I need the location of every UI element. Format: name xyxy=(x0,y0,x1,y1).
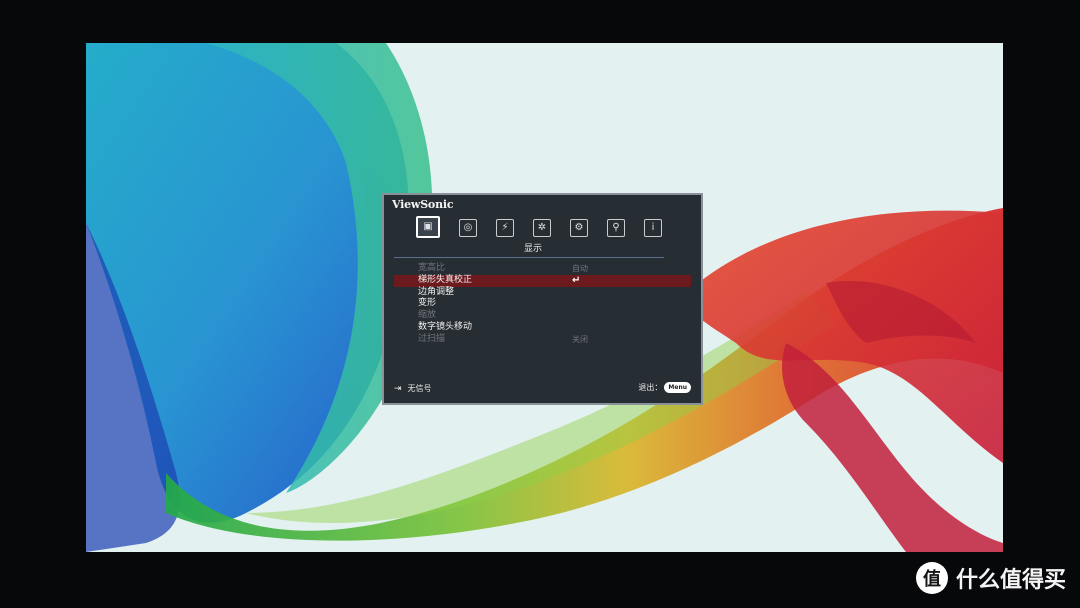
menu-item-label: 过扫描 xyxy=(418,333,446,344)
menu-item-label: 边角调整 xyxy=(418,286,455,297)
input-source-icon: ⇥ xyxy=(394,383,402,394)
tab-system[interactable]: ⚲ xyxy=(607,219,625,237)
advanced-settings-icon: ⚙ xyxy=(574,222,584,233)
watermark-text: 什么值得买 xyxy=(955,568,1066,593)
menu-item-keystone[interactable]: 梯形失真校正 ↵ xyxy=(394,274,691,287)
image-icon: ◎ xyxy=(463,222,473,233)
title-divider xyxy=(394,257,664,258)
display-icon: ▣ xyxy=(423,221,433,232)
tab-basic-settings[interactable]: ✲ xyxy=(533,219,551,237)
osd-menu: ViewSonic ▣ ◎ ⚡ ✲ ⚙ ⚲ i 显示 宽高比 自动 梯形失真校正… xyxy=(382,193,703,405)
source-status-text: 无信号 xyxy=(407,384,432,393)
basic-settings-icon: ✲ xyxy=(537,222,547,233)
menu-item-corner-adjust[interactable]: 边角调整 xyxy=(384,287,701,299)
menu-item-value: 自动 xyxy=(572,264,588,273)
source-status: ⇥ 无信号 xyxy=(394,383,432,394)
tab-info[interactable]: i xyxy=(644,219,662,237)
menu-item-digital-lens-shift[interactable]: 数字镜头移动 xyxy=(384,322,701,334)
exit-label: 退出： xyxy=(638,383,663,392)
power-icon: ⚡ xyxy=(501,222,509,233)
menu-item-overscan: 过扫描 关闭 xyxy=(384,334,701,346)
menu-item-label: 梯形失真校正 xyxy=(418,274,473,285)
menu-item-label: 宽高比 xyxy=(418,263,446,273)
section-title: 显示 xyxy=(524,244,543,254)
menu-item-zoom: 缩放 xyxy=(384,310,701,322)
menu-item-warp[interactable]: 变形 xyxy=(384,298,701,310)
info-icon: i xyxy=(651,222,655,233)
system-icon: ⚲ xyxy=(612,222,620,233)
menu-key-icon: Menu xyxy=(664,382,691,393)
menu-item-list: 宽高比 自动 梯形失真校正 ↵ 边角调整 变形 缩放 数字镜头移动 过扫描 关闭 xyxy=(384,263,701,346)
enter-icon: ↵ xyxy=(572,274,581,286)
tab-display[interactable]: ▣ xyxy=(416,216,440,238)
menu-item-value: 关闭 xyxy=(572,334,588,344)
menu-item-aspect-ratio: 宽高比 自动 xyxy=(384,263,701,275)
tab-image[interactable]: ◎ xyxy=(459,219,477,237)
menu-tabs: ▣ ◎ ⚡ ✲ ⚙ ⚲ i xyxy=(416,216,662,238)
tab-power[interactable]: ⚡ xyxy=(496,219,514,237)
menu-item-label: 变形 xyxy=(418,298,437,309)
brand-logo: ViewSonic xyxy=(392,198,454,211)
tab-advanced-settings[interactable]: ⚙ xyxy=(570,219,588,237)
menu-item-label: 缩放 xyxy=(418,310,437,321)
watermark-logo-icon: 值 xyxy=(915,562,948,594)
menu-item-label: 数字镜头移动 xyxy=(418,321,473,332)
exit-hint[interactable]: 退出： Menu xyxy=(638,382,691,393)
watermark: 值 什么值得买 xyxy=(915,562,1066,594)
